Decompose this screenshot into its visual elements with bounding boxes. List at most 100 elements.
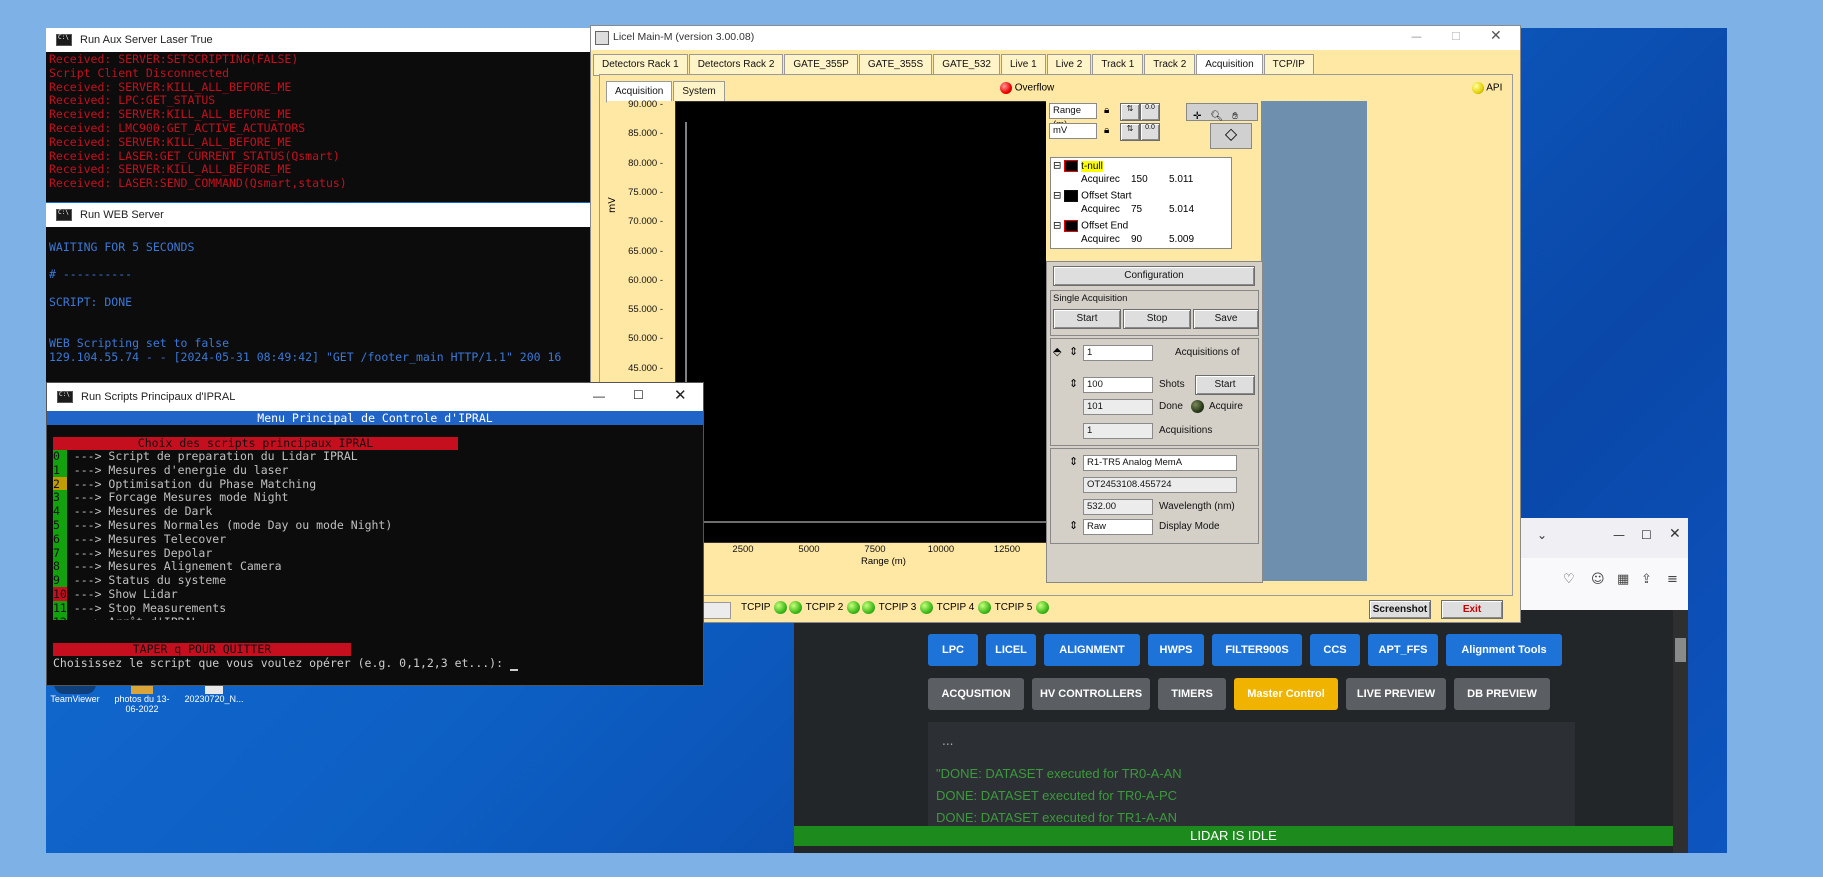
cursor-row[interactable]: ⊟ Offset End (1053, 220, 1128, 232)
prompt-line[interactable]: Choisissez le script que vous voulez opé… (53, 657, 518, 671)
scrollbar-thumb[interactable] (1675, 638, 1686, 662)
cursor-swatch-icon (1064, 160, 1079, 172)
acq-of-field[interactable]: 1 (1083, 345, 1153, 361)
minimize-icon[interactable]: — (593, 389, 605, 403)
subtab-system[interactable]: System (673, 81, 725, 103)
tab-track-1[interactable]: Track 1 (1092, 54, 1144, 76)
tab-gate-532[interactable]: GATE_532 (933, 54, 1000, 76)
lock-icon[interactable]: 🔒︎ (1104, 105, 1109, 116)
stop-button[interactable]: Stop (1123, 309, 1191, 329)
alignment-button[interactable]: ALIGNMENT (1044, 634, 1140, 666)
chevron-down-icon[interactable]: ⌄ (1537, 528, 1547, 542)
licel-button[interactable]: LICEL (986, 634, 1036, 666)
menu-icon[interactable]: ≡ (1667, 572, 1678, 587)
script-menu-item[interactable]: 9 ---> Status du systeme (53, 573, 693, 588)
share-icon[interactable]: ⇪ (1641, 572, 1652, 587)
ccs-button[interactable]: CCS (1310, 634, 1360, 666)
script-menu-item[interactable]: 11 ---> Stop Measurements (53, 600, 693, 616)
lock-icon[interactable]: 🔒︎ (1104, 125, 1109, 136)
cursor-row[interactable]: ⊟ t-null (1053, 160, 1103, 172)
y-format-icon[interactable]: 0.0 (1140, 123, 1160, 141)
script-menu-item[interactable]: 7 ---> Mesures Depolar (53, 545, 693, 561)
multi-acquisition-group: ⬘ ⇕ 1 Acquisitions of ⇕ 100 Shots Start … (1050, 338, 1259, 446)
display-stepper-icon[interactable]: ⇕ (1069, 519, 1078, 532)
alignment-tools-button[interactable]: Alignment Tools (1446, 634, 1562, 666)
save-button[interactable]: Save (1193, 309, 1259, 329)
script-menu-item[interactable]: 4 ---> Mesures de Dark (53, 504, 693, 519)
timers-button[interactable]: TIMERS (1158, 678, 1226, 710)
close-icon[interactable]: ✕ (1490, 28, 1502, 44)
screenshot-button[interactable]: Screenshot (1369, 600, 1431, 619)
acq-of-stepper-icon[interactable]: ⬘ (1053, 345, 1061, 358)
start-button[interactable]: Start (1053, 309, 1121, 329)
maximize-icon[interactable]: ☐ (633, 388, 644, 402)
console-icon (57, 391, 73, 403)
expand-icon[interactable]: ⊟ (1053, 191, 1064, 202)
expand-icon[interactable]: ⊟ (1053, 221, 1064, 232)
cursor-legend[interactable]: ⊟ t-null Acquirec 150 5.011 ⊟ Offset Start Ac… (1050, 157, 1232, 249)
minimize-icon[interactable]: — (1613, 528, 1625, 542)
script-menu-item[interactable]: 2 ---> Optimisation du Phase Matching (53, 476, 693, 492)
cursor-move-icon[interactable]: ◇ (1210, 123, 1252, 149)
crosshair-icon[interactable]: ✛ (1187, 111, 1201, 122)
lpc-button[interactable]: LPC (928, 634, 978, 666)
cursor-child-row[interactable]: Acquirec 75 5.014 (1081, 204, 1194, 215)
maximize-icon[interactable]: ☐ (1451, 30, 1461, 43)
shots-stepper-icon[interactable]: ⇕ (1069, 377, 1078, 390)
pocket-icon[interactable]: ♡ (1563, 572, 1575, 587)
tab-gate-355s[interactable]: GATE_355S (858, 54, 933, 76)
apt-ffs-button[interactable]: APT_FFS (1368, 634, 1438, 666)
acquisition-button[interactable]: ACQUSITION (928, 678, 1024, 710)
script-menu-item[interactable]: 3 ---> Forcage Mesures mode Night (53, 490, 693, 505)
zoom-icon[interactable]: 🔍︎ (1206, 111, 1223, 122)
x-scale-selector[interactable]: Range (m) (1049, 103, 1097, 130)
cursor-child-row[interactable]: Acquirec 90 5.009 (1081, 234, 1194, 245)
hv-controllers-button[interactable]: HV CONTROLLERS (1032, 678, 1150, 710)
acq-of-inc-icon[interactable]: ⇕ (1069, 345, 1078, 358)
exit-button[interactable]: Exit (1441, 600, 1503, 619)
tab-live-2[interactable]: Live 2 (1046, 54, 1092, 76)
cursor-child-row[interactable]: Acquirec 150 5.011 (1081, 174, 1193, 185)
script-menu-item[interactable]: 1 ---> Mesures d'energie du laser (53, 462, 693, 478)
shots-field[interactable]: 100 (1083, 377, 1153, 393)
live-preview-button[interactable]: LIVE PREVIEW (1346, 678, 1446, 710)
filter900s-button[interactable]: FILTER900S (1212, 634, 1302, 666)
expand-icon[interactable]: ⊟ (1053, 161, 1064, 172)
channel-group: ⇕ R1-TR5 Analog MemA OT2453108.455724 53… (1050, 448, 1259, 544)
tab-track-2[interactable]: Track 2 (1144, 54, 1196, 76)
tab-detectors-rack-1[interactable]: Detectors Rack 1 (593, 54, 688, 76)
cursor-row[interactable]: ⊟ Offset Start (1053, 190, 1132, 202)
tab-live-1[interactable]: Live 1 (1000, 54, 1046, 76)
db-preview-button[interactable]: DB PREVIEW (1454, 678, 1550, 710)
x-format-icon[interactable]: 0.0 (1140, 103, 1160, 121)
close-icon[interactable]: ✕ (674, 386, 687, 404)
script-menu-item[interactable]: 12 ---> Arrêt d'IPRAL (53, 614, 693, 620)
display-mode-selector[interactable]: Raw (1083, 519, 1153, 535)
script-menu-item[interactable]: 10 ---> Show Lidar (53, 586, 693, 602)
account-icon[interactable]: ☺ (1591, 572, 1605, 587)
tab-gate-355p[interactable]: GATE_355P (784, 54, 858, 76)
tab-tcp-ip[interactable]: TCP/IP (1263, 54, 1314, 76)
master-control-button[interactable]: Master Control (1234, 678, 1338, 710)
channel-stepper-icon[interactable]: ⇕ (1069, 455, 1078, 468)
y-scale-selector[interactable]: mV (1049, 123, 1097, 139)
configuration-button[interactable]: Configuration (1053, 266, 1255, 286)
script-menu-item[interactable]: 6 ---> Mesures Telecover (53, 531, 693, 547)
tab-detectors-rack-2[interactable]: Detectors Rack 2 (688, 54, 784, 76)
script-menu-item[interactable]: 5 ---> Mesures Normales (mode Day ou mod… (53, 517, 693, 533)
script-menu-item[interactable]: 8 ---> Mesures Alignement Camera (53, 559, 693, 574)
minimize-icon[interactable]: — (1411, 30, 1422, 43)
x-autoscale-icon[interactable]: ⇅ (1120, 103, 1140, 121)
hwps-button[interactable]: HWPS (1148, 634, 1204, 666)
pan-hand-icon[interactable]: ✋︎ (1228, 111, 1238, 122)
scrollbar[interactable] (1673, 610, 1688, 853)
y-autoscale-icon[interactable]: ⇅ (1120, 123, 1140, 141)
tab-acquisition[interactable]: Acquisition (1196, 54, 1263, 76)
script-menu-item[interactable]: 0 ---> Script de preparation du Lidar IP… (53, 450, 693, 464)
channel-selector[interactable]: R1-TR5 Analog MemA (1083, 455, 1237, 471)
start-multi-button[interactable]: Start (1195, 375, 1255, 395)
extension-icon[interactable]: ▦ (1617, 572, 1629, 587)
script-number: 1 (53, 462, 67, 477)
maximize-icon[interactable]: ☐ (1641, 528, 1652, 542)
close-icon[interactable]: ✕ (1669, 526, 1681, 542)
